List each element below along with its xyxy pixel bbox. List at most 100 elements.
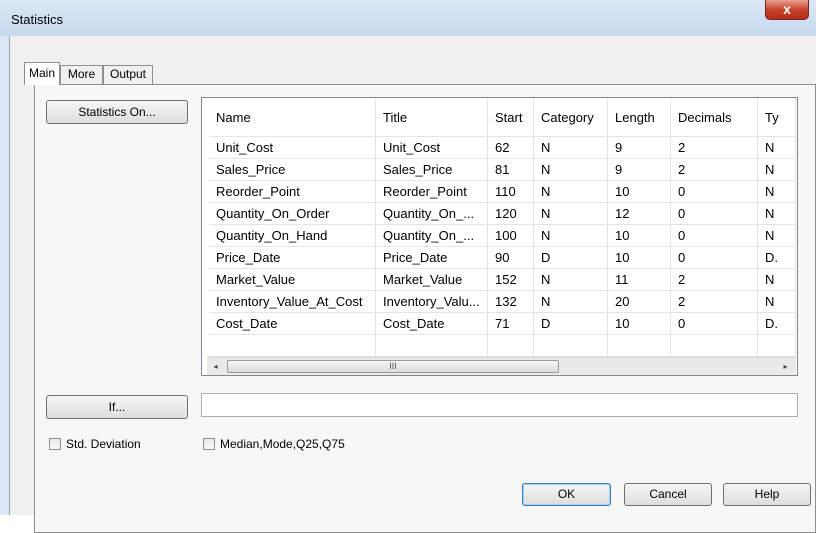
cell-name: Unit_Cost [209,136,376,159]
tab-more-label: More [67,67,96,81]
table-row[interactable]: Quantity_On_Hand Quantity_On_... 100 N 10 0 N [209,224,796,247]
tab-main[interactable]: Main [24,62,60,85]
help-button[interactable]: Help [723,483,811,506]
table-row[interactable]: Sales_Price Sales_Price 81 N 9 2 N [209,158,796,181]
cell-decimals: 2 [670,158,758,181]
cell-name: Reorder_Point [209,180,376,203]
cell-name: Price_Date [209,246,376,269]
table-row[interactable]: Quantity_On_Order Quantity_On_... 120 N 12 0 N [209,202,796,225]
cell-category: N [533,202,608,225]
column-header-length[interactable]: Length [607,98,671,137]
table-row[interactable]: Inventory_Value_At_Cost Inventory_Valu...… [209,290,796,313]
cell-type: N [757,290,796,313]
cell-length: 11 [607,268,671,291]
cell-length: 10 [607,312,671,335]
std-deviation-checkbox-box[interactable] [49,438,61,450]
column-header-category[interactable]: Category [533,98,608,137]
cell-length: 10 [607,180,671,203]
cell-length [607,334,671,357]
table-row-empty[interactable] [209,334,796,357]
cell-title: Cost_Date [375,312,488,335]
scroll-right-icon[interactable]: ▸ [777,358,794,375]
cell-start: 110 [487,180,534,203]
cell-type: N [757,224,796,247]
column-header-start[interactable]: Start [487,98,534,137]
column-header-name[interactable]: Name [209,98,376,137]
cell-title: Market_Value [375,268,488,291]
cell-length: 9 [607,136,671,159]
cell-decimals: 0 [670,180,758,203]
std-deviation-label: Std. Deviation [66,437,141,451]
table-row[interactable]: Market_Value Market_Value 152 N 11 2 N [209,268,796,291]
cell-type [757,334,796,357]
cell-type: D. [757,246,796,269]
cell-category: N [533,158,608,181]
cell-category: N [533,290,608,313]
if-button[interactable]: If... [46,395,188,419]
if-condition-field[interactable] [201,393,798,417]
cell-type: N [757,158,796,181]
cell-name [209,334,376,357]
table-row[interactable]: Price_Date Price_Date 90 D 10 0 D. [209,246,796,269]
column-header-type[interactable]: Ty [757,98,796,137]
cell-type: N [757,268,796,291]
tab-more[interactable]: More [60,65,103,84]
cell-title: Unit_Cost [375,136,488,159]
cell-decimals [670,334,758,357]
cell-length: 10 [607,246,671,269]
cell-decimals: 0 [670,202,758,225]
cell-start: 81 [487,158,534,181]
cell-title: Quantity_On_... [375,202,488,225]
horizontal-scrollbar[interactable]: ◂ III ▸ [207,357,796,375]
table-row[interactable]: Cost_Date Cost_Date 71 D 10 0 D. [209,312,796,335]
close-icon: x [783,1,791,17]
cell-decimals: 2 [670,290,758,313]
column-header-decimals[interactable]: Decimals [670,98,758,137]
cell-name: Market_Value [209,268,376,291]
cell-decimals: 0 [670,312,758,335]
tab-main-label: Main [28,66,55,80]
median-mode-checkbox-box[interactable] [203,438,215,450]
median-mode-label: Median,Mode,Q25,Q75 [220,437,345,451]
cell-decimals: 0 [670,224,758,247]
cell-decimals: 2 [670,136,758,159]
table-row[interactable]: Reorder_Point Reorder_Point 110 N 10 0 N [209,180,796,203]
dialog-window: Statistics x Main More Output Statistics… [0,0,816,533]
tab-output-label: Output [109,67,147,81]
cell-title: Sales_Price [375,158,488,181]
cell-length: 9 [607,158,671,181]
cell-start: 100 [487,224,534,247]
table-header-row: Name Title Start Category Length Decimal… [209,98,796,137]
cell-name: Quantity_On_Order [209,202,376,225]
cell-title: Price_Date [375,246,488,269]
cell-name: Quantity_On_Hand [209,224,376,247]
title-bar: Statistics x [0,0,816,36]
cancel-button[interactable]: Cancel [624,483,712,506]
cell-name: Cost_Date [209,312,376,335]
variables-grid[interactable]: Name Title Start Category Length Decimal… [201,97,798,376]
cell-category: D [533,312,608,335]
cell-length: 12 [607,202,671,225]
cell-category: N [533,268,608,291]
cell-title: Reorder_Point [375,180,488,203]
column-header-title[interactable]: Title [375,98,488,137]
cell-length: 10 [607,224,671,247]
table-row[interactable]: Unit_Cost Unit_Cost 62 N 9 2 N [209,136,796,159]
close-button[interactable]: x [765,0,809,20]
tab-output[interactable]: Output [103,65,153,84]
cell-category: N [533,136,608,159]
cell-start: 152 [487,268,534,291]
scrollbar-thumb[interactable]: III [227,360,559,373]
scroll-left-icon[interactable]: ◂ [207,358,224,375]
cell-start: 62 [487,136,534,159]
cell-type: N [757,202,796,225]
cell-type: D. [757,312,796,335]
variables-table: Name Title Start Category Length Decimal… [209,98,796,357]
cell-type: N [757,180,796,203]
cell-type: N [757,136,796,159]
cell-start: 120 [487,202,534,225]
ok-button[interactable]: OK [522,483,611,506]
statistics-on-button[interactable]: Statistics On... [46,100,188,124]
cell-category: N [533,224,608,247]
cell-start: 132 [487,290,534,313]
